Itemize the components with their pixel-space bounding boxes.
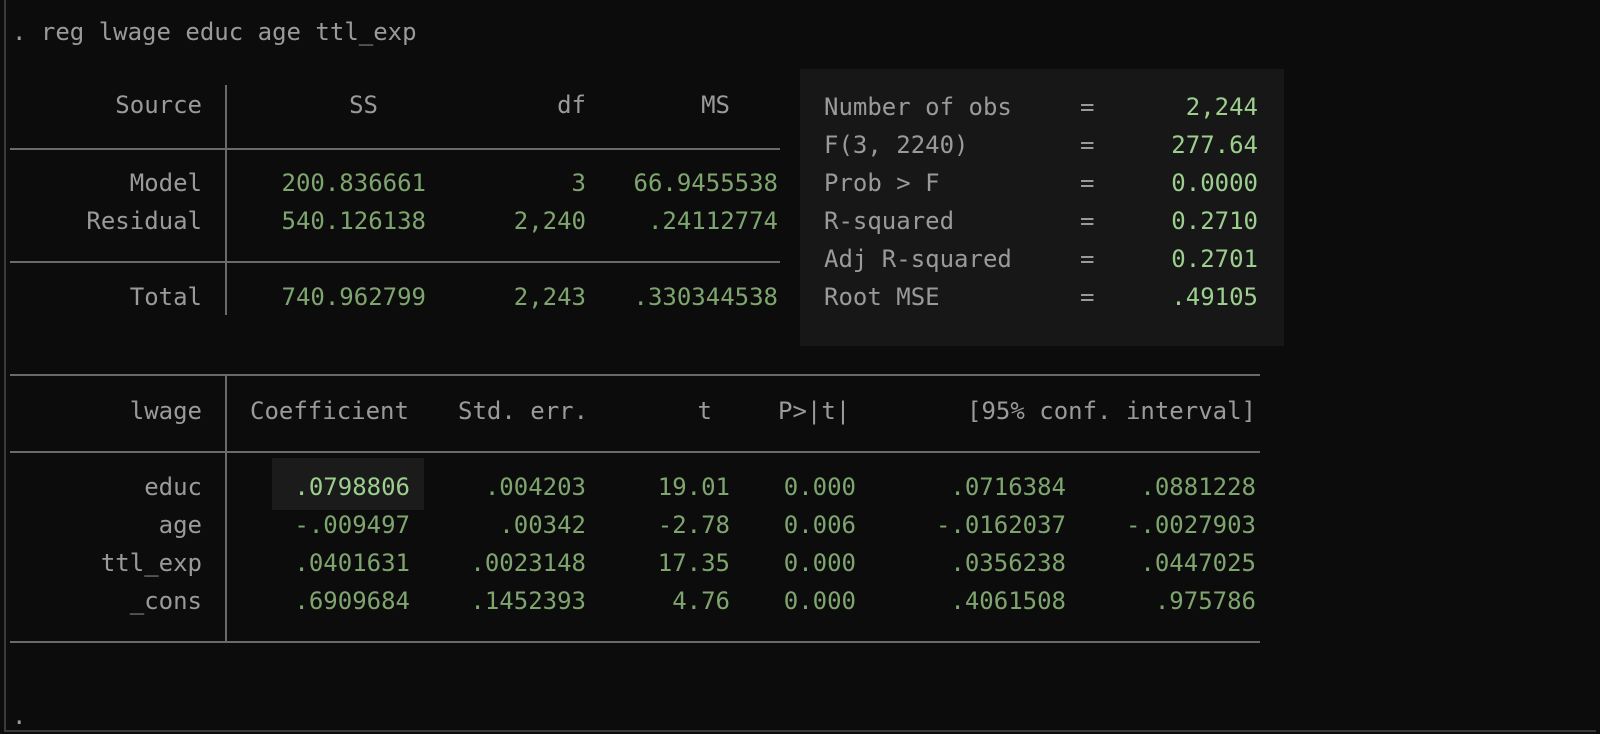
coef-row-ci-high: -.0027903 <box>1125 511 1256 539</box>
coef-divider-top <box>10 374 1260 376</box>
coef-row-stderr: .004203 <box>484 473 586 501</box>
anova-header-df: df <box>557 91 586 119</box>
anova-column-divider <box>225 85 227 315</box>
coef-header-t: t <box>697 397 712 425</box>
stat-equals: = <box>1080 131 1095 159</box>
command-prompt[interactable]: . <box>12 702 26 730</box>
anova-divider-top <box>10 148 780 150</box>
coef-row-coefficient[interactable]: .0798806 <box>250 473 410 501</box>
stat-label: Prob > F <box>824 169 940 197</box>
coef-row-p: 0.000 <box>783 549 856 577</box>
coef-row-t: 4.76 <box>672 587 730 615</box>
coef-row-stderr: .0023148 <box>470 549 586 577</box>
stat-equals: = <box>1080 93 1095 121</box>
coef-header-stderr: Std. err. <box>458 397 589 425</box>
coef-header-coefficient: Coefficient <box>250 397 409 425</box>
anova-row-source: Residual <box>86 207 202 235</box>
coef-divider-mid <box>10 451 1260 453</box>
stat-value: 0.0000 <box>1171 169 1258 197</box>
stat-label: Root MSE <box>824 283 940 311</box>
coef-row-p: 0.000 <box>783 587 856 615</box>
anova-row-ms: 66.9455538 <box>633 169 779 197</box>
coef-divider-bottom <box>10 641 1260 643</box>
stat-value: 0.2710 <box>1171 207 1258 235</box>
stat-label: Adj R-squared <box>824 245 1012 273</box>
anova-row-df: 3 <box>571 169 586 197</box>
coef-header-var: lwage <box>129 397 202 425</box>
stat-label: F(3, 2240) <box>824 131 969 159</box>
anova-row-ms: .24112774 <box>647 207 778 235</box>
stat-equals: = <box>1080 283 1095 311</box>
anova-header-ms: MS <box>701 91 730 119</box>
coef-row-p: 0.006 <box>783 511 856 539</box>
anova-row-ss: 200.836661 <box>281 169 427 197</box>
coef-row-ci-low: -.0162037 <box>935 511 1066 539</box>
coef-row-ci-high: .0447025 <box>1140 549 1256 577</box>
coef-row-stderr: .00342 <box>499 511 586 539</box>
stat-value: 2,244 <box>1185 93 1258 121</box>
coef-row-t: 19.01 <box>657 473 730 501</box>
anova-row-source: Total <box>129 283 202 311</box>
anova-row-source: Model <box>129 169 202 197</box>
coef-row-t: -2.78 <box>657 511 730 539</box>
coef-row-stderr: .1452393 <box>470 587 586 615</box>
anova-row-df: 2,243 <box>513 283 586 311</box>
stat-value: .49105 <box>1171 283 1258 311</box>
coef-row-ci-high: .975786 <box>1154 587 1256 615</box>
coef-row-ci-low: .4061508 <box>950 587 1066 615</box>
coef-header-p: P>|t| <box>778 397 851 425</box>
coef-row-var: educ <box>144 473 202 501</box>
coef-row-var: age <box>158 511 202 539</box>
anova-header-source: Source <box>115 91 202 119</box>
coef-row-ci-high: .0881228 <box>1140 473 1256 501</box>
coef-row-var: ttl_exp <box>100 549 202 577</box>
coef-row-p: 0.000 <box>783 473 856 501</box>
stat-label: R-squared <box>824 207 955 235</box>
stat-label: Number of obs <box>824 93 1012 121</box>
coef-row-ci-low: .0356238 <box>950 549 1066 577</box>
coef-row-coefficient: .0401631 <box>294 549 410 577</box>
anova-row-df: 2,240 <box>513 207 586 235</box>
anova-row-ms: .330344538 <box>633 283 779 311</box>
stat-equals: = <box>1080 169 1095 197</box>
coef-row-var: _cons <box>129 587 202 615</box>
command-line: . reg lwage educ age ttl_exp <box>12 18 417 46</box>
stat-value: 277.64 <box>1171 131 1258 159</box>
coef-row-t: 17.35 <box>657 549 730 577</box>
coef-column-divider <box>225 374 227 642</box>
coef-header-ci: [95% conf. interval] <box>967 397 1256 425</box>
anova-row-ss: 540.126138 <box>281 207 427 235</box>
coef-row-coefficient: -.009497 <box>294 511 410 539</box>
coef-row-coefficient: .6909684 <box>294 587 410 615</box>
anova-row-ss: 740.962799 <box>281 283 427 311</box>
anova-divider-mid <box>10 261 780 263</box>
anova-header-ss: SS <box>349 91 378 119</box>
coef-row-ci-low: .0716384 <box>950 473 1066 501</box>
stat-equals: = <box>1080 245 1095 273</box>
stat-value: 0.2701 <box>1171 245 1258 273</box>
stat-equals: = <box>1080 207 1095 235</box>
